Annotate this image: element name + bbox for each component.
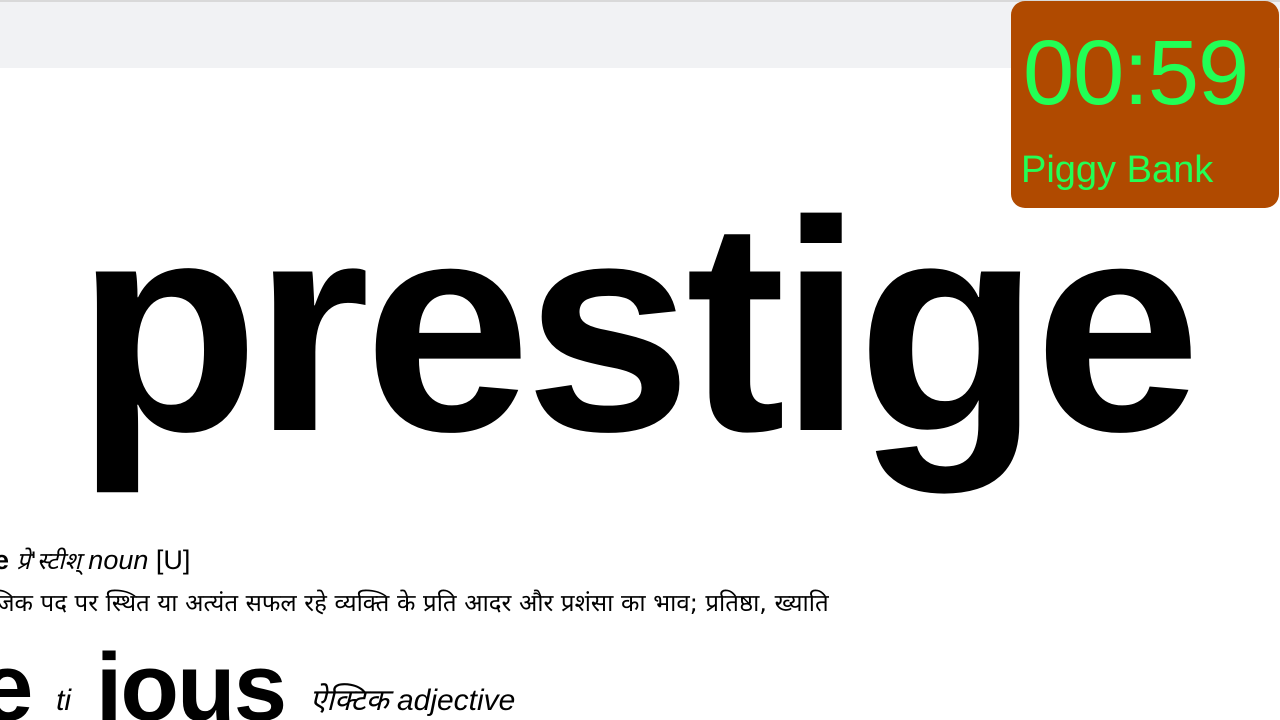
next-entry-headword: e ti ious ऐक्टिक adjective — [0, 640, 515, 720]
timer-overlay: 00:59 Piggy Bank — [1011, 1, 1279, 208]
next-entry-head-start: e — [0, 634, 33, 720]
dictionary-screen: prestige e प्रे'स्टीश् noun [U] ाजिक पद … — [0, 0, 1280, 720]
pronunciation: प्रे'स्टीश् — [16, 547, 81, 575]
next-entry-fragment: ti — [56, 684, 72, 717]
next-entry-trailing: ऐक्टिक adjective — [309, 684, 516, 717]
entry-definition: ाजिक पद पर स्थित या अत्यंत सफल रहे व्यक्… — [0, 589, 829, 617]
next-entry-head-end: ious — [95, 634, 287, 720]
grammar-label: [U] — [155, 545, 191, 575]
entry-headword: prestige — [76, 158, 1201, 494]
timer-label: Piggy Bank — [1021, 149, 1214, 191]
timer-value: 00:59 — [1023, 22, 1249, 124]
headword-prefix: e — [0, 545, 10, 575]
part-of-speech: noun — [88, 545, 149, 575]
entry-header-line: e प्रे'स्टीश् noun [U] — [0, 544, 190, 577]
